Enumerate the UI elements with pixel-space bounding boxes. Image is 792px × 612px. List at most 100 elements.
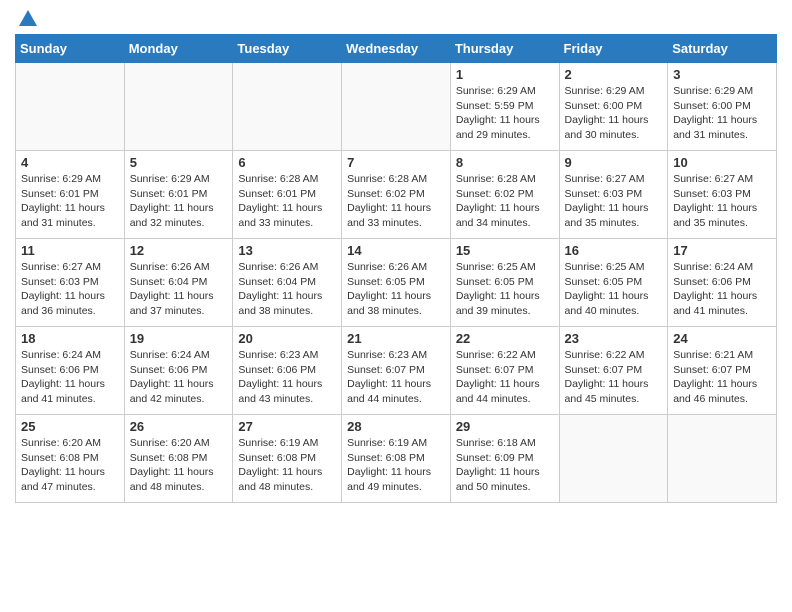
calendar-cell: 19Sunrise: 6:24 AM Sunset: 6:06 PM Dayli… [124,327,233,415]
calendar-cell: 28Sunrise: 6:19 AM Sunset: 6:08 PM Dayli… [342,415,451,503]
day-number: 3 [673,67,771,82]
calendar-cell: 5 Sunrise: 6:29 AM Sunset: 6:01 PM Daylig… [124,151,233,239]
cell-content: 22Sunrise: 6:22 AM Sunset: 6:07 PM Dayli… [456,331,554,407]
header-friday: Friday [559,35,668,63]
day-number: 28 [347,419,445,434]
day-info: Sunrise: 6:27 AM Sunset: 6:03 PM Dayligh… [565,172,663,231]
calendar-cell: 23 Sunrise: 6:22 AM Sunset: 6:07 PM Dayli… [559,327,668,415]
calendar-cell: 15 Sunrise: 6:25 AM Sunset: 6:05 PM Dayli… [450,239,559,327]
calendar-cell: 21 Sunrise: 6:23 AM Sunset: 6:07 PM Dayli… [342,327,451,415]
calendar-cell [668,415,777,503]
calendar-cell: 2Sunrise: 6:29 AM Sunset: 6:00 PM Daylig… [559,63,668,151]
day-info: Sunrise: 6:22 AM Sunset: 6:07 PM Dayligh… [565,348,663,407]
cell-content: 12Sunrise: 6:26 AM Sunset: 6:04 PM Dayli… [130,243,228,319]
day-number: 20 [238,331,336,346]
cell-content: 9 Sunrise: 6:27 AM Sunset: 6:03 PM Daylig… [565,155,663,231]
day-info: Sunrise: 6:27 AM Sunset: 6:03 PM Dayligh… [673,172,771,231]
day-number: 18 [21,331,119,346]
day-number: 21 [347,331,445,346]
calendar-cell [16,63,125,151]
cell-content: 18 Sunrise: 6:24 AM Sunset: 6:06 PM Dayli… [21,331,119,407]
day-info: Sunrise: 6:29 AM Sunset: 6:01 PM Dayligh… [130,172,228,231]
cell-content: 24 Sunrise: 6:21 AM Sunset: 6:07 PM Dayli… [673,331,771,407]
cell-content: 17Sunrise: 6:24 AM Sunset: 6:06 PM Dayli… [673,243,771,319]
cell-content: 14Sunrise: 6:26 AM Sunset: 6:05 PM Dayli… [347,243,445,319]
calendar-cell: 12Sunrise: 6:26 AM Sunset: 6:04 PM Dayli… [124,239,233,327]
logo [15,10,39,26]
header-wednesday: Wednesday [342,35,451,63]
cell-content: 26 Sunrise: 6:20 AM Sunset: 6:08 PM Dayli… [130,419,228,495]
calendar-cell: 14Sunrise: 6:26 AM Sunset: 6:05 PM Dayli… [342,239,451,327]
calendar-cell: 16 Sunrise: 6:25 AM Sunset: 6:05 PM Dayli… [559,239,668,327]
day-number: 7 [347,155,445,170]
day-number: 15 [456,243,554,258]
calendar-cell: 1Sunrise: 6:29 AM Sunset: 5:59 PM Daylig… [450,63,559,151]
calendar-cell: 13 Sunrise: 6:26 AM Sunset: 6:04 PM Dayli… [233,239,342,327]
cell-content: 15 Sunrise: 6:25 AM Sunset: 6:05 PM Dayli… [456,243,554,319]
day-number: 9 [565,155,663,170]
day-info: Sunrise: 6:29 AM Sunset: 6:01 PM Dayligh… [21,172,119,231]
day-info: Sunrise: 6:25 AM Sunset: 6:05 PM Dayligh… [456,260,554,319]
calendar-cell: 6Sunrise: 6:28 AM Sunset: 6:01 PM Daylig… [233,151,342,239]
header-saturday: Saturday [668,35,777,63]
cell-content: 4 Sunrise: 6:29 AM Sunset: 6:01 PM Daylig… [21,155,119,231]
day-number: 4 [21,155,119,170]
calendar-cell: 17Sunrise: 6:24 AM Sunset: 6:06 PM Dayli… [668,239,777,327]
calendar-cell [342,63,451,151]
day-info: Sunrise: 6:25 AM Sunset: 6:05 PM Dayligh… [565,260,663,319]
day-info: Sunrise: 6:20 AM Sunset: 6:08 PM Dayligh… [21,436,119,495]
calendar-cell: 4 Sunrise: 6:29 AM Sunset: 6:01 PM Daylig… [16,151,125,239]
page-header [15,10,777,26]
logo-icon [17,8,39,30]
week-row-2: 4 Sunrise: 6:29 AM Sunset: 6:01 PM Daylig… [16,151,777,239]
day-number: 24 [673,331,771,346]
cell-content: 1Sunrise: 6:29 AM Sunset: 5:59 PM Daylig… [456,67,554,143]
calendar-cell: 22Sunrise: 6:22 AM Sunset: 6:07 PM Dayli… [450,327,559,415]
day-info: Sunrise: 6:23 AM Sunset: 6:07 PM Dayligh… [347,348,445,407]
day-number: 26 [130,419,228,434]
day-number: 11 [21,243,119,258]
calendar-cell: 8Sunrise: 6:28 AM Sunset: 6:02 PM Daylig… [450,151,559,239]
day-number: 16 [565,243,663,258]
cell-content: 27Sunrise: 6:19 AM Sunset: 6:08 PM Dayli… [238,419,336,495]
cell-content: 10Sunrise: 6:27 AM Sunset: 6:03 PM Dayli… [673,155,771,231]
calendar-cell: 27Sunrise: 6:19 AM Sunset: 6:08 PM Dayli… [233,415,342,503]
calendar-cell: 20Sunrise: 6:23 AM Sunset: 6:06 PM Dayli… [233,327,342,415]
cell-content: 20Sunrise: 6:23 AM Sunset: 6:06 PM Dayli… [238,331,336,407]
calendar-cell: 26 Sunrise: 6:20 AM Sunset: 6:08 PM Dayli… [124,415,233,503]
calendar-cell: 11Sunrise: 6:27 AM Sunset: 6:03 PM Dayli… [16,239,125,327]
day-info: Sunrise: 6:24 AM Sunset: 6:06 PM Dayligh… [21,348,119,407]
day-number: 23 [565,331,663,346]
day-number: 13 [238,243,336,258]
cell-content: 28Sunrise: 6:19 AM Sunset: 6:08 PM Dayli… [347,419,445,495]
day-info: Sunrise: 6:29 AM Sunset: 6:00 PM Dayligh… [673,84,771,143]
day-info: Sunrise: 6:26 AM Sunset: 6:04 PM Dayligh… [130,260,228,319]
calendar-cell: 7Sunrise: 6:28 AM Sunset: 6:02 PM Daylig… [342,151,451,239]
day-info: Sunrise: 6:28 AM Sunset: 6:02 PM Dayligh… [456,172,554,231]
header-monday: Monday [124,35,233,63]
header-tuesday: Tuesday [233,35,342,63]
calendar-cell: 9 Sunrise: 6:27 AM Sunset: 6:03 PM Daylig… [559,151,668,239]
day-number: 22 [456,331,554,346]
day-number: 6 [238,155,336,170]
calendar-cell: 3 Sunrise: 6:29 AM Sunset: 6:00 PM Daylig… [668,63,777,151]
cell-content: 21 Sunrise: 6:23 AM Sunset: 6:07 PM Dayli… [347,331,445,407]
week-row-3: 11Sunrise: 6:27 AM Sunset: 6:03 PM Dayli… [16,239,777,327]
header-row: SundayMondayTuesdayWednesdayThursdayFrid… [16,35,777,63]
day-info: Sunrise: 6:26 AM Sunset: 6:04 PM Dayligh… [238,260,336,319]
cell-content: 11Sunrise: 6:27 AM Sunset: 6:03 PM Dayli… [21,243,119,319]
week-row-5: 25 Sunrise: 6:20 AM Sunset: 6:08 PM Dayli… [16,415,777,503]
day-number: 5 [130,155,228,170]
cell-content: 5 Sunrise: 6:29 AM Sunset: 6:01 PM Daylig… [130,155,228,231]
day-info: Sunrise: 6:19 AM Sunset: 6:08 PM Dayligh… [238,436,336,495]
header-sunday: Sunday [16,35,125,63]
day-info: Sunrise: 6:24 AM Sunset: 6:06 PM Dayligh… [130,348,228,407]
day-info: Sunrise: 6:20 AM Sunset: 6:08 PM Dayligh… [130,436,228,495]
day-info: Sunrise: 6:24 AM Sunset: 6:06 PM Dayligh… [673,260,771,319]
calendar-cell: 25 Sunrise: 6:20 AM Sunset: 6:08 PM Dayli… [16,415,125,503]
day-info: Sunrise: 6:21 AM Sunset: 6:07 PM Dayligh… [673,348,771,407]
cell-content: 3 Sunrise: 6:29 AM Sunset: 6:00 PM Daylig… [673,67,771,143]
calendar-table: SundayMondayTuesdayWednesdayThursdayFrid… [15,34,777,503]
day-number: 25 [21,419,119,434]
cell-content: 7Sunrise: 6:28 AM Sunset: 6:02 PM Daylig… [347,155,445,231]
